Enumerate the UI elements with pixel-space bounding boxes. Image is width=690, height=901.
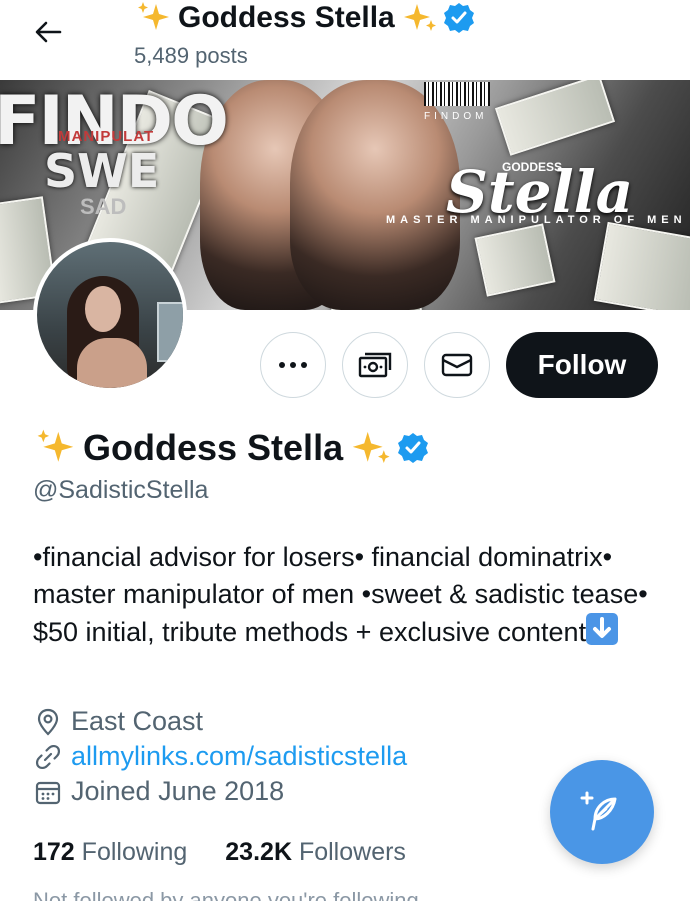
joined-text: Joined June 2018 (71, 776, 285, 806)
more-button[interactable] (260, 332, 326, 398)
sparkles-icon (403, 4, 436, 31)
top-bar: Goddess Stella 5,489 posts (0, 0, 690, 80)
avatar-body (77, 338, 147, 388)
down-arrow-emoji-icon (586, 613, 619, 645)
banner-text-goddess: GODDESS (502, 160, 563, 174)
joined-row: Joined June 2018 (33, 776, 284, 807)
profile-bio: •financial advisor for losers• financial… (33, 539, 653, 651)
follow-button[interactable]: Follow (506, 332, 658, 398)
followed-by-note: Not followed by anyone you're following (33, 888, 419, 901)
profile-handle: @SadisticStella (33, 476, 209, 504)
calendar-icon (35, 781, 61, 804)
avatar[interactable] (33, 238, 187, 392)
link-icon (35, 744, 61, 769)
following-label: Following (81, 838, 188, 866)
avatar-face (85, 286, 121, 332)
money-icon (358, 352, 392, 378)
barcode-graphic (424, 82, 490, 106)
banner-bill (494, 80, 616, 156)
website-link[interactable]: allmylinks.com/sadisticstella (71, 741, 407, 772)
message-button[interactable] (424, 332, 490, 398)
profile-name: Goddess Stella (33, 426, 429, 470)
followers-count: 23.2K (225, 838, 292, 866)
following-count: 172 (33, 838, 75, 866)
compose-feather-icon (580, 791, 617, 831)
header-title: Goddess Stella (134, 0, 475, 36)
followers-link[interactable]: 23.2K Followers (225, 838, 406, 867)
verified-badge-icon (443, 3, 474, 33)
banner-text-manipulat: MANIPULAT (58, 128, 155, 145)
avatar-window (157, 302, 183, 362)
sparkles-icon (37, 429, 74, 462)
back-button[interactable] (30, 14, 66, 50)
arrow-left-icon (35, 21, 62, 43)
follow-stats: 172 Following 23.2K Followers (33, 838, 406, 867)
banner-text-sad: SAD (80, 194, 127, 219)
compose-post-button[interactable] (550, 760, 654, 864)
location-row: East Coast (33, 706, 203, 737)
more-horizontal-icon (279, 362, 307, 368)
sparkles-icon (352, 431, 390, 463)
website-row: allmylinks.com/sadisticstella (33, 741, 407, 772)
location-pin-icon (37, 708, 59, 736)
sparkles-icon (138, 2, 169, 30)
posts-count: 5,489 posts (134, 43, 248, 68)
location-text: East Coast (71, 706, 204, 736)
banner-text-findom: FINDOM (424, 111, 488, 122)
header-display-name: Goddess Stella (178, 1, 395, 34)
envelope-icon (441, 353, 473, 377)
following-link[interactable]: 172 Following (33, 838, 187, 867)
tip-button[interactable] (342, 332, 408, 398)
verified-badge-icon[interactable] (397, 432, 429, 464)
banner-bill (593, 221, 690, 310)
banner-tagline: MASTER MANIPULATOR OF MEN (386, 214, 687, 226)
profile-display-name: Goddess Stella (83, 427, 344, 468)
bio-text: •financial advisor for losers• financial… (33, 542, 648, 647)
banner-text-swe: SWE (44, 144, 160, 198)
banner-bill (474, 223, 556, 297)
followers-label: Followers (298, 838, 406, 866)
